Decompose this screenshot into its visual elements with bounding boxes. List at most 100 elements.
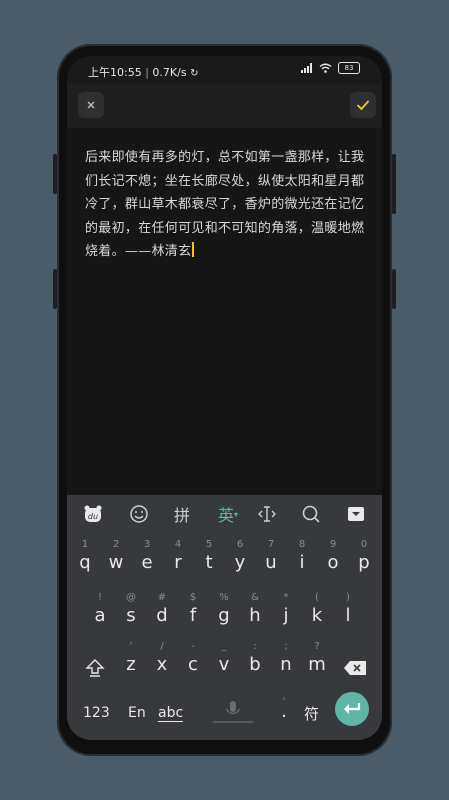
key-main-label: r — [174, 552, 182, 573]
enter-key[interactable] — [335, 692, 369, 726]
key-main-label: x — [156, 654, 168, 675]
key-main-label: n — [280, 654, 292, 675]
key-i[interactable]: 8i — [287, 539, 317, 579]
english-label: 英 — [217, 506, 234, 525]
key-sub-label: 7 — [267, 539, 275, 550]
screen: 上午10:55 | 0.7K/s ↻ 83 后来即使有再多的灯，总不如第一盏那样… — [67, 56, 382, 740]
key-main-label: u — [265, 552, 277, 573]
pinyin-button[interactable]: 拼 — [170, 502, 194, 526]
space-key[interactable] — [209, 699, 257, 725]
shift-icon — [85, 659, 105, 677]
numbers-key[interactable]: 123 — [83, 705, 110, 721]
key-sub-label: ' — [129, 641, 133, 652]
text-editor[interactable]: 后来即使有再多的灯，总不如第一盏那样，让我们长记不熄；坐在长廊尽处，纵使太阳和星… — [67, 128, 382, 495]
close-button[interactable] — [78, 92, 104, 118]
du-logo-button[interactable]: du — [81, 502, 105, 526]
key-a[interactable]: ! a — [85, 592, 115, 632]
key-v[interactable]: _ v — [209, 641, 239, 681]
search-button[interactable] — [299, 502, 323, 526]
key-k[interactable]: (k — [302, 592, 332, 632]
key-sub-label: ? — [314, 641, 320, 652]
confirm-button[interactable] — [350, 92, 376, 118]
hide-keyboard-button[interactable] — [344, 502, 368, 526]
key-y[interactable]: 6y — [225, 539, 255, 579]
key-r[interactable]: 4r — [163, 539, 193, 579]
key-h[interactable]: & h — [240, 592, 270, 632]
key-main-label: d — [156, 605, 168, 626]
key-m[interactable]: ? m — [302, 641, 332, 681]
key-main-label: m — [308, 654, 326, 675]
key-main-label: p — [358, 552, 370, 573]
key-main-label: h — [249, 605, 261, 626]
key-sub-label: ! — [97, 592, 102, 603]
key-c[interactable]: -c — [178, 641, 208, 681]
battery-icon: 83 — [338, 62, 360, 74]
key-j[interactable]: * j — [271, 592, 301, 632]
key-main-label: v — [218, 654, 230, 675]
clock: 上午10:55 — [88, 66, 142, 79]
caret-down-icon: ▾ — [234, 509, 239, 519]
key-n[interactable]: ; n — [271, 641, 301, 681]
key-main-label: o — [327, 552, 339, 573]
smiley-icon — [130, 505, 148, 523]
search-icon — [302, 505, 320, 523]
key-l[interactable]: ) l — [333, 592, 363, 632]
key-main-label: f — [189, 605, 197, 626]
key-sub-label: ( — [315, 592, 319, 603]
key-z[interactable]: ' z — [116, 641, 146, 681]
key-f[interactable]: $ f — [178, 592, 208, 632]
key-main-label: s — [126, 605, 136, 626]
key-main-label: y — [234, 552, 246, 573]
key-d[interactable]: # d — [147, 592, 177, 632]
key-u[interactable]: 7u — [256, 539, 286, 579]
key-main-label: c — [188, 654, 198, 675]
key-main-label: b — [249, 654, 261, 675]
svg-text:du: du — [88, 512, 98, 521]
backspace-key[interactable] — [340, 650, 370, 690]
sync-icon: ↻ — [190, 68, 199, 79]
key-w[interactable]: 2w — [101, 539, 131, 579]
collapse-keyboard-icon — [348, 507, 364, 521]
editor-content[interactable]: 后来即使有再多的灯，总不如第一盏那样，让我们长记不熄；坐在长廊尽处，纵使太阳和星… — [85, 146, 365, 264]
key-e[interactable]: 3e — [132, 539, 162, 579]
key-sub-label: $ — [189, 592, 197, 603]
cursor-button[interactable] — [255, 502, 279, 526]
key-t[interactable]: 5t — [194, 539, 224, 579]
key-sub-label: 2 — [112, 539, 120, 550]
key-o[interactable]: 9o — [318, 539, 348, 579]
key-sub-label: 3 — [143, 539, 151, 550]
emoji-button[interactable] — [127, 502, 151, 526]
key-sub-label: _ — [221, 641, 227, 652]
key-sub-label: / — [160, 641, 164, 652]
language-switch[interactable]: 英 ▾ — [213, 502, 243, 526]
key-sub-label: ; — [284, 641, 288, 652]
english-key[interactable]: En — [128, 705, 146, 721]
punctuation-key[interactable]: , . — [277, 691, 291, 721]
microphone-icon — [213, 701, 253, 723]
key-q[interactable]: 1q — [70, 539, 100, 579]
key-main-label: k — [311, 605, 323, 626]
key-sub-label: 4 — [174, 539, 182, 550]
key-p[interactable]: 0p — [349, 539, 379, 579]
shift-key[interactable] — [80, 650, 110, 690]
keyboard-toolbar: du 拼 英 ▾ — [67, 495, 382, 533]
key-sub-label: 0 — [360, 539, 368, 550]
key-g[interactable]: % g — [209, 592, 239, 632]
key-sub-label: 6 — [236, 539, 244, 550]
enter-icon — [344, 703, 361, 714]
check-icon — [356, 100, 370, 111]
power-button — [392, 154, 396, 214]
key-s[interactable]: @ s — [116, 592, 146, 632]
volume-button — [53, 269, 57, 309]
du-logo-icon: du — [84, 505, 102, 522]
key-x[interactable]: / x — [147, 641, 177, 681]
key-sub-label: 5 — [205, 539, 213, 550]
symbols-key[interactable]: 符 — [304, 703, 319, 724]
key-main-label: z — [126, 654, 136, 675]
text-caret — [192, 242, 195, 257]
abc-key[interactable]: abc — [158, 705, 184, 722]
key-b[interactable]: :b — [240, 641, 270, 681]
status-bar: 上午10:55 | 0.7K/s ↻ 83 — [67, 56, 382, 84]
key-sub-label: & — [251, 592, 259, 603]
key-main-label: g — [218, 605, 230, 626]
